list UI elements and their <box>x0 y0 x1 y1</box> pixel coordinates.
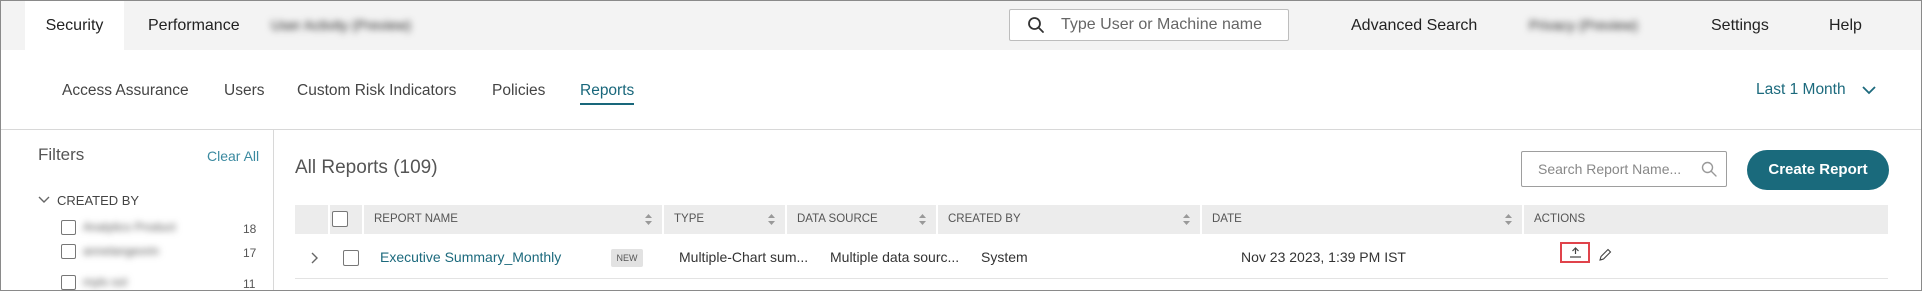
table-row[interactable]: Executive Summary_Monthly NEW Multiple-C… <box>295 238 1888 279</box>
filter-option-count: 17 <box>243 246 257 260</box>
report-search-input[interactable]: Search Report Name... <box>1521 151 1727 187</box>
report-name-link[interactable]: Executive Summary_Monthly <box>380 249 561 265</box>
search-icon <box>1028 17 1044 33</box>
column-label: DATE <box>1212 213 1242 225</box>
chevron-down-icon <box>38 196 50 203</box>
create-report-button[interactable]: Create Report <box>1747 150 1889 190</box>
filter-option-label: Analytics Product <box>83 220 176 234</box>
app-window: Security Performance User Activity (Prev… <box>0 0 1922 291</box>
filter-option-label: annelangeorin <box>83 244 160 258</box>
column-type[interactable]: TYPE <box>664 205 787 234</box>
column-actions: ACTIONS <box>1524 205 1888 234</box>
tab-performance[interactable]: Performance <box>148 1 240 50</box>
column-created-by[interactable]: CREATED BY <box>938 205 1202 234</box>
subnav-users[interactable]: Users <box>224 82 264 100</box>
export-icon <box>1570 247 1581 258</box>
filter-option-count: 18 <box>243 222 257 236</box>
subnav-custom-risk-indicators[interactable]: Custom Risk Indicators <box>297 82 456 100</box>
tab-security[interactable]: Security <box>25 1 124 50</box>
filter-option-count: 11 <box>243 277 256 291</box>
export-button[interactable] <box>1560 242 1590 263</box>
created-by-filter-label: CREATED BY <box>57 193 140 208</box>
settings-link[interactable]: Settings <box>1711 1 1769 50</box>
chevron-down-icon <box>1862 86 1876 95</box>
column-data-source[interactable]: DATA SOURCE <box>787 205 938 234</box>
report-date: Nov 23 2023, 1:39 PM IST <box>1241 249 1406 265</box>
tab-user-activity[interactable]: User Activity (Preview) <box>271 1 411 50</box>
expand-column-header <box>295 205 330 234</box>
sort-icon <box>1505 214 1512 225</box>
page-title: All Reports (109) <box>295 157 438 178</box>
sort-icon <box>1183 214 1190 225</box>
filters-title: Filters <box>38 145 85 164</box>
sub-navigation: Access Assurance Users Custom Risk Indic… <box>1 50 1921 130</box>
edit-icon[interactable] <box>1598 248 1612 262</box>
report-type: Multiple-Chart sum... <box>679 249 809 265</box>
filter-checkbox[interactable] <box>61 220 76 235</box>
filter-option[interactable]: mylo sol 11 <box>61 275 261 291</box>
column-date[interactable]: DATE <box>1202 205 1524 234</box>
help-link[interactable]: Help <box>1829 1 1862 50</box>
select-all-header <box>330 205 364 234</box>
column-label: ACTIONS <box>1534 213 1586 225</box>
filter-option-label: mylo sol <box>83 275 128 289</box>
subnav-policies[interactable]: Policies <box>492 82 545 100</box>
sort-icon <box>768 214 775 225</box>
filter-option[interactable]: Analytics Product 18 <box>61 220 261 238</box>
new-badge: NEW <box>611 249 643 267</box>
column-label: DATA SOURCE <box>797 213 878 225</box>
time-range-label: Last 1 Month <box>1756 81 1846 98</box>
search-icon <box>1701 161 1717 177</box>
sort-icon <box>645 214 652 225</box>
reports-table-header: REPORT NAME TYPE DATA SOURCE CREATED BY … <box>295 205 1888 234</box>
time-range-dropdown[interactable]: Last 1 Month <box>1756 81 1876 99</box>
column-label: CREATED BY <box>948 213 1021 225</box>
report-data-source: Multiple data sourc... <box>830 249 960 265</box>
privacy-link[interactable]: Privacy (Preview) <box>1529 1 1638 50</box>
filters-sidebar: Filters Clear All CREATED BY Analytics P… <box>1 130 274 291</box>
select-all-checkbox[interactable] <box>332 211 348 227</box>
filter-checkbox[interactable] <box>61 244 76 259</box>
report-search-placeholder: Search Report Name... <box>1538 161 1682 177</box>
filter-option[interactable]: annelangeorin 17 <box>61 244 261 262</box>
sort-icon <box>919 214 926 225</box>
subnav-reports[interactable]: Reports <box>580 82 635 105</box>
global-search-placeholder: Type User or Machine name <box>1061 16 1262 33</box>
filter-checkbox[interactable] <box>61 275 76 290</box>
column-report-name[interactable]: REPORT NAME <box>364 205 664 234</box>
subnav-access-assurance[interactable]: Access Assurance <box>62 82 189 100</box>
column-label: TYPE <box>674 213 705 225</box>
clear-all-link[interactable]: Clear All <box>207 148 259 164</box>
column-label: REPORT NAME <box>374 213 458 225</box>
top-navigation: Security Performance User Activity (Prev… <box>1 1 1921 50</box>
chevron-right-icon[interactable] <box>311 252 319 264</box>
row-checkbox[interactable] <box>343 250 359 266</box>
global-search-input[interactable]: Type User or Machine name <box>1009 9 1289 41</box>
report-created-by: System <box>981 249 1028 265</box>
advanced-search-link[interactable]: Advanced Search <box>1351 1 1477 50</box>
